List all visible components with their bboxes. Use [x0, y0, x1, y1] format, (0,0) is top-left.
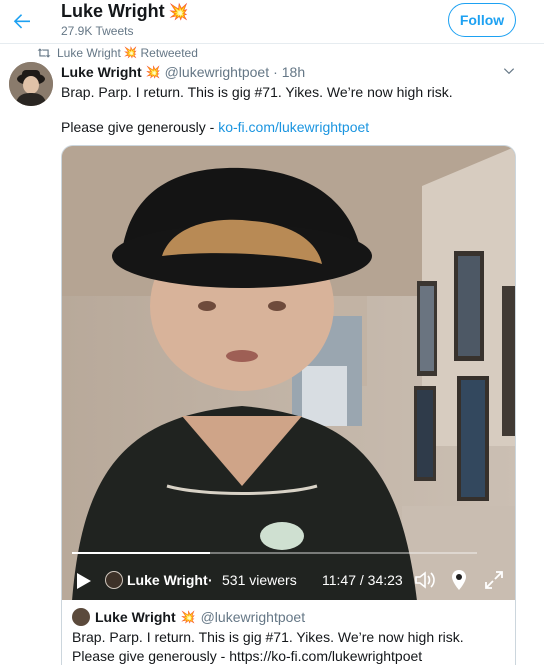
- retweeter-name[interactable]: Luke Wright: [57, 46, 121, 60]
- avatar: [72, 608, 90, 626]
- collision-emoji-icon: 💥: [145, 65, 161, 79]
- collision-emoji-icon: 💥: [123, 47, 138, 59]
- host-name: Luke Wright: [127, 572, 208, 588]
- video-controls: Luke Wright · 531 viewers 11:47 / 34:23: [62, 564, 515, 596]
- video-timestamp: 11:47 / 34:23: [322, 572, 403, 588]
- tweet-time[interactable]: 18h: [282, 64, 305, 80]
- video-frame: [62, 146, 515, 600]
- video-progress-bar[interactable]: [72, 552, 477, 554]
- tweet-count: 27.9K Tweets: [61, 24, 134, 38]
- avatar[interactable]: [9, 62, 53, 106]
- profile-name: Luke Wright 💥: [61, 1, 189, 22]
- play-icon[interactable]: [76, 572, 92, 590]
- back-arrow-icon[interactable]: [10, 9, 34, 33]
- video-progress-fill: [72, 552, 210, 554]
- quoted-author-handle: @lukewrightpoet: [200, 609, 306, 625]
- separator-dot: ·: [273, 64, 278, 80]
- profile-name-text: Luke Wright: [61, 1, 165, 21]
- tweet-text-donate: Please give generously - ko-fi.com/lukew…: [61, 119, 369, 135]
- retweet-indicator: Luke Wright 💥 Retweeted: [37, 45, 198, 60]
- retweeted-label: Retweeted: [140, 45, 198, 60]
- chevron-down-icon[interactable]: [502, 64, 516, 78]
- author-name[interactable]: Luke Wright: [61, 64, 142, 80]
- profile-header: Luke Wright 💥 27.9K Tweets Follow: [0, 0, 544, 44]
- author-handle[interactable]: @lukewrightpoet: [165, 64, 270, 80]
- quoted-tweet-header: Luke Wright 💥 @lukewrightpoet: [72, 608, 505, 626]
- viewer-count: 531 viewers: [222, 572, 297, 588]
- tweet-text: Brap. Parp. I return. This is gig #71. Y…: [61, 84, 453, 100]
- quoted-author-name: Luke Wright: [95, 609, 176, 625]
- quoted-tweet-text: Brap. Parp. I return. This is gig #71. Y…: [72, 629, 464, 664]
- collision-emoji-icon: 💥: [180, 610, 196, 624]
- host-avatar: [105, 571, 123, 589]
- quoted-tweet[interactable]: Luke Wright 💥 @lukewrightpoet Brap. Parp…: [61, 600, 516, 665]
- collision-emoji-icon: 💥: [168, 3, 189, 21]
- fullscreen-icon[interactable]: [484, 570, 504, 590]
- ko-fi-link[interactable]: ko-fi.com/lukewrightpoet: [218, 119, 369, 135]
- volume-icon[interactable]: [414, 570, 436, 590]
- live-video[interactable]: Luke Wright · 531 viewers 11:47 / 34:23: [61, 145, 516, 600]
- donate-prefix: Please give generously -: [61, 119, 219, 135]
- tweet-header: Luke Wright 💥 @lukewrightpoet · 18h: [61, 63, 305, 81]
- follow-button[interactable]: Follow: [448, 3, 516, 37]
- location-pin-icon[interactable]: [451, 569, 467, 591]
- retweet-icon: [37, 47, 51, 58]
- separator-dot: ·: [208, 572, 213, 588]
